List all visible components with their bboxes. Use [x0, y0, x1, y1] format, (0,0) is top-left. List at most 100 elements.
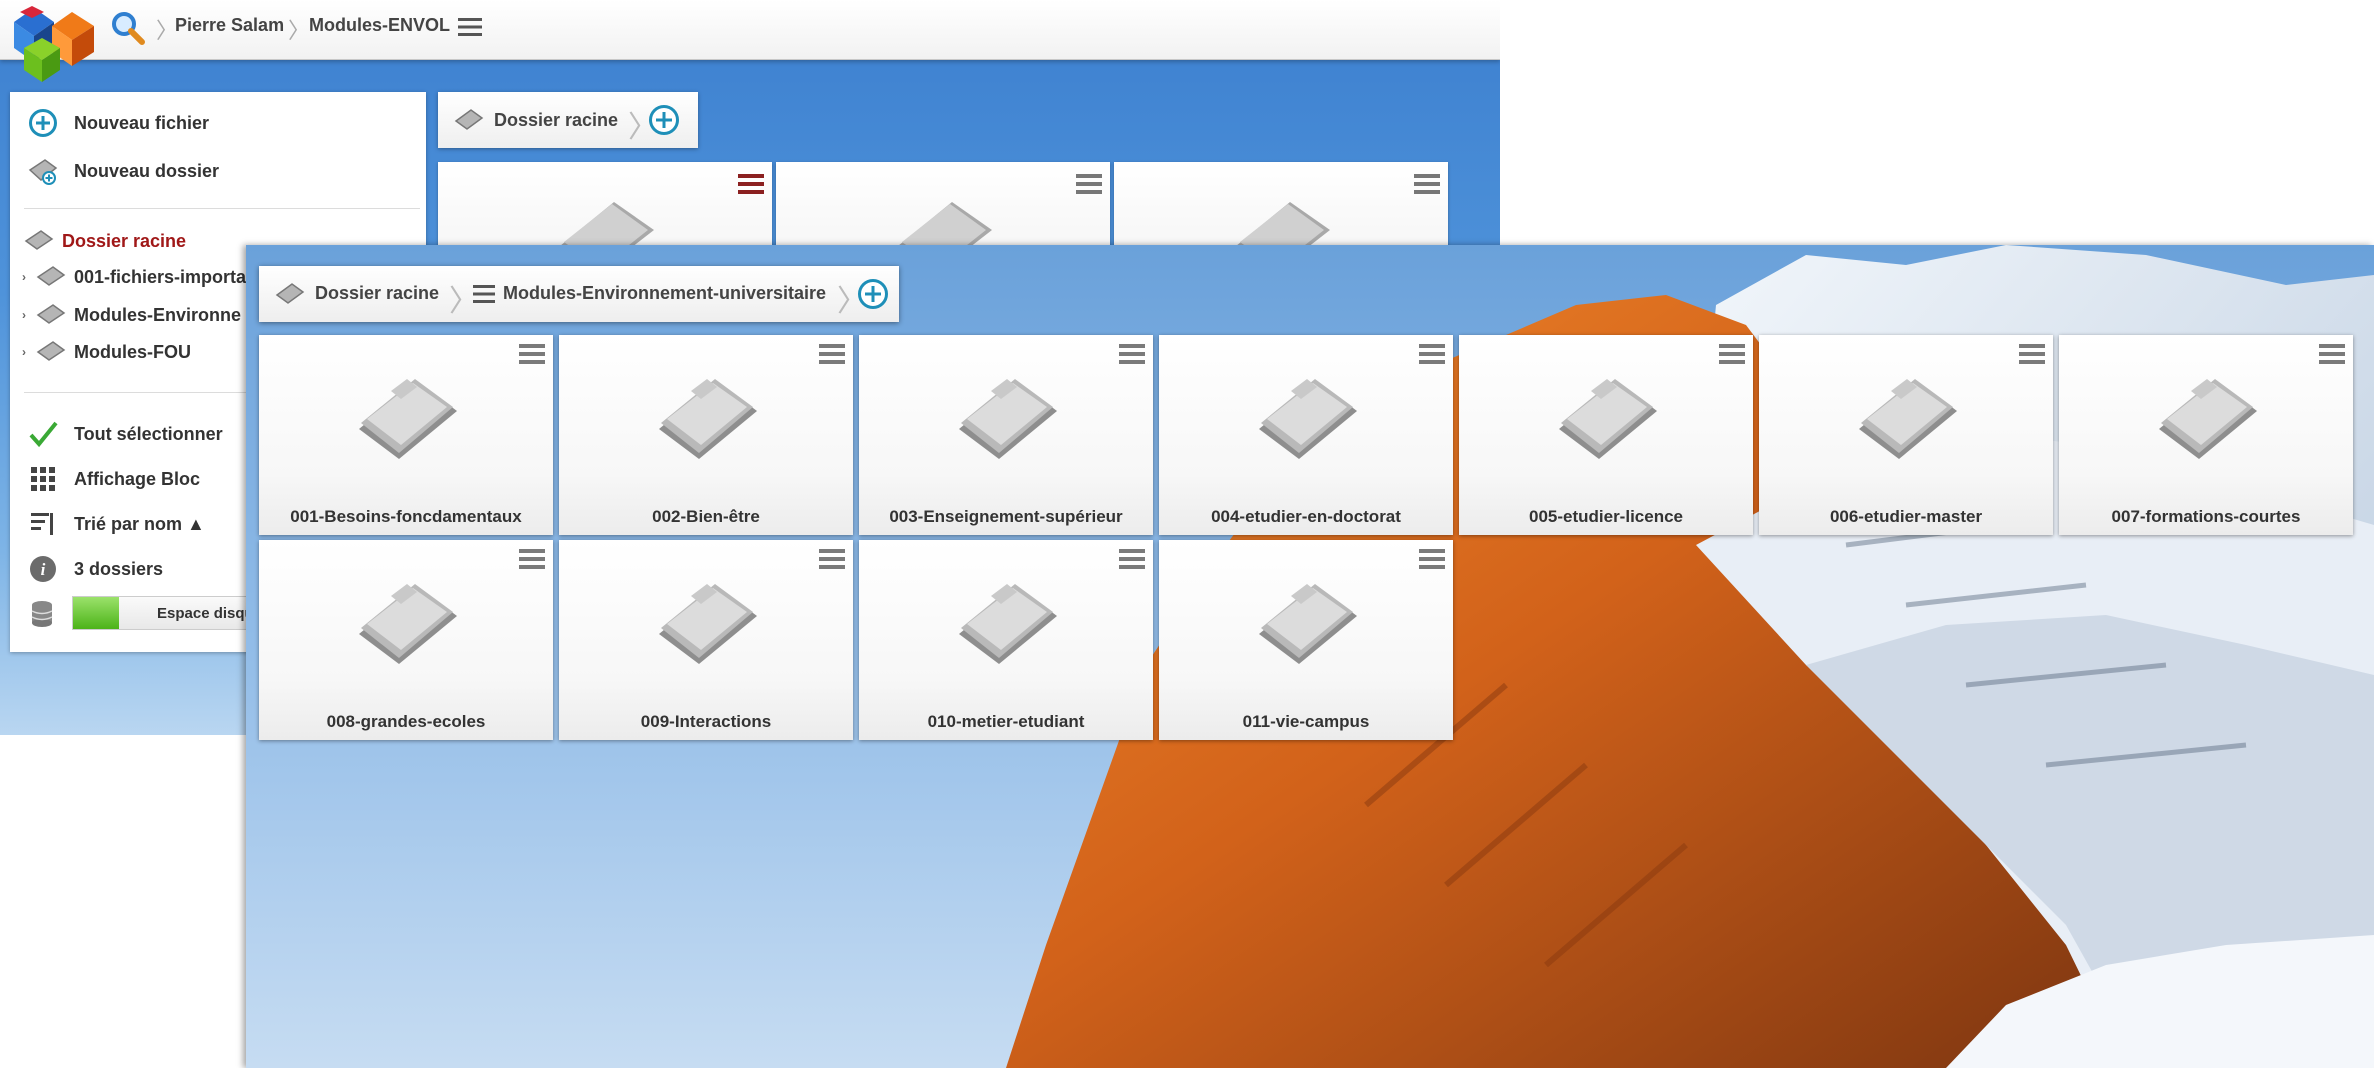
tree-root-label: Dossier racine	[62, 230, 187, 251]
folder-tile[interactable]: 011-vie-campus	[1159, 540, 1453, 740]
checkmark-icon	[26, 419, 60, 449]
hamburger-icon[interactable]	[2019, 343, 2045, 365]
back-topbar: 〉 Pierre Salam 〉 Modules-ENVOL	[0, 0, 1500, 60]
new-file-button[interactable]: Nouveau fichier	[26, 106, 209, 140]
breadcrumb-root[interactable]: Dossier racine	[494, 110, 618, 131]
folder-icon	[24, 227, 54, 256]
hamburger-icon[interactable]	[1119, 548, 1145, 570]
folder-icon	[951, 566, 1061, 666]
folder-tile[interactable]: 002-Bien-être	[559, 335, 853, 535]
folder-icon	[36, 301, 66, 330]
new-file-label: Nouveau fichier	[74, 112, 210, 133]
hamburger-icon[interactable]	[519, 343, 545, 365]
folder-tile[interactable]: 009-Interactions	[559, 540, 853, 740]
expand-icon[interactable]: ›	[22, 308, 36, 322]
add-circle-icon[interactable]	[648, 104, 680, 141]
display-mode-button[interactable]: Affichage Bloc	[26, 462, 200, 496]
svg-text:i: i	[41, 560, 46, 579]
tree-root[interactable]: Dossier racine	[24, 226, 186, 256]
folder-name: 006-etudier-master	[1829, 507, 1983, 526]
folder-icon	[275, 280, 305, 311]
folder-icon	[351, 566, 461, 666]
breadcrumb-bar: Dossier racine 〉 Modules-Environnement-u…	[259, 266, 899, 322]
sort-button[interactable]: Trié par nom ▲	[26, 507, 205, 541]
folder-icon	[651, 361, 761, 461]
database-icon	[30, 600, 54, 633]
tree-item[interactable]: › 001-fichiers-importa	[22, 262, 246, 292]
folder-name: 008-grandes-ecoles	[326, 712, 486, 731]
folder-icon	[651, 566, 761, 666]
display-mode-label: Affichage Bloc	[74, 468, 201, 489]
folder-tile[interactable]: 004-etudier-en-doctorat	[1159, 335, 1453, 535]
add-circle-icon[interactable]	[857, 278, 889, 315]
folder-name: 005-etudier-licence	[1528, 507, 1683, 526]
folder-tile[interactable]: 006-etudier-master	[1759, 335, 2053, 535]
hamburger-icon[interactable]	[819, 548, 845, 570]
folder-icon	[454, 106, 484, 137]
hamburger-icon[interactable]	[738, 172, 764, 201]
folder-icon	[2151, 361, 2261, 461]
folder-icon	[1551, 361, 1661, 461]
folder-name: 004-etudier-en-doctorat	[1211, 507, 1401, 526]
add-circle-icon	[26, 108, 60, 138]
hamburger-icon[interactable]	[473, 284, 495, 309]
back-breadcrumb-bar: Dossier racine 〉	[438, 92, 698, 148]
folder-icon	[1251, 566, 1361, 666]
folder-add-icon	[26, 156, 60, 186]
folder-tile[interactable]: 001-Besoins-foncdamentaux	[259, 335, 553, 535]
breadcrumb-user[interactable]: Pierre Salam	[175, 15, 284, 36]
folder-count: i 3 dossiers	[26, 552, 163, 586]
hamburger-icon[interactable]	[1419, 343, 1445, 365]
info-icon: i	[26, 554, 60, 584]
tree-item[interactable]: › Modules-FOU	[22, 337, 191, 367]
folder-count-label: 3 dossiers	[74, 558, 164, 579]
folder-icon	[36, 263, 66, 292]
hamburger-icon[interactable]	[2319, 343, 2345, 365]
hamburger-icon[interactable]	[1414, 172, 1440, 201]
folder-tile[interactable]: 008-grandes-ecoles	[259, 540, 553, 740]
logo-icon[interactable]	[10, 4, 102, 82]
folder-icon	[351, 361, 461, 461]
folder-tile[interactable]: 010-metier-etudiant	[859, 540, 1153, 740]
front-window: Dossier racine 〉 Modules-Environnement-u…	[246, 245, 2374, 1068]
tree-item[interactable]: › Modules-Environne	[22, 300, 241, 330]
hamburger-icon[interactable]	[1119, 343, 1145, 365]
folder-name: 009-Interactions	[640, 712, 772, 731]
hamburger-icon[interactable]	[819, 343, 845, 365]
folder-icon	[1851, 361, 1961, 461]
folder-tile[interactable]: 007-formations-courtes	[2059, 335, 2353, 535]
hamburger-icon[interactable]	[458, 16, 482, 38]
folder-name: 001-Besoins-foncdamentaux	[290, 507, 522, 526]
expand-icon[interactable]: ›	[22, 270, 36, 284]
folder-tile[interactable]: 005-etudier-licence	[1459, 335, 1753, 535]
tree-item-label: 001-fichiers-importa	[74, 266, 247, 287]
hamburger-icon[interactable]	[1719, 343, 1745, 365]
grid-icon	[26, 464, 60, 494]
folder-name: 002-Bien-être	[652, 507, 760, 526]
folder-name: 007-formations-courtes	[2111, 507, 2301, 526]
expand-icon[interactable]: ›	[22, 345, 36, 359]
folder-tile[interactable]: 003-Enseignement-supérieur	[859, 335, 1153, 535]
folder-name: 010-metier-etudiant	[927, 712, 1085, 731]
hamburger-icon[interactable]	[1076, 172, 1102, 201]
breadcrumb-current[interactable]: Modules-Environnement-universitaire	[503, 283, 826, 304]
folder-icon	[951, 361, 1061, 461]
folder-icon	[1251, 361, 1361, 461]
select-all-label: Tout sélectionner	[74, 423, 223, 444]
search-icon[interactable]	[110, 10, 146, 46]
divider	[24, 208, 420, 209]
sort-icon	[26, 509, 60, 539]
disk-space-fill	[73, 597, 119, 629]
sort-label: Trié par nom ▲	[74, 513, 205, 534]
folder-name: 011-vie-campus	[1242, 712, 1370, 731]
select-all-button[interactable]: Tout sélectionner	[26, 417, 223, 451]
breadcrumb-root[interactable]: Dossier racine	[315, 283, 439, 304]
hamburger-icon[interactable]	[519, 548, 545, 570]
new-folder-label: Nouveau dossier	[74, 160, 220, 181]
breadcrumb-folder[interactable]: Modules-ENVOL	[309, 15, 450, 36]
breadcrumb-separator: 〉	[288, 18, 311, 43]
tree-item-label: Modules-FOU	[74, 341, 191, 362]
hamburger-icon[interactable]	[1419, 548, 1445, 570]
folder-icon	[36, 338, 66, 367]
new-folder-button[interactable]: Nouveau dossier	[26, 154, 219, 188]
